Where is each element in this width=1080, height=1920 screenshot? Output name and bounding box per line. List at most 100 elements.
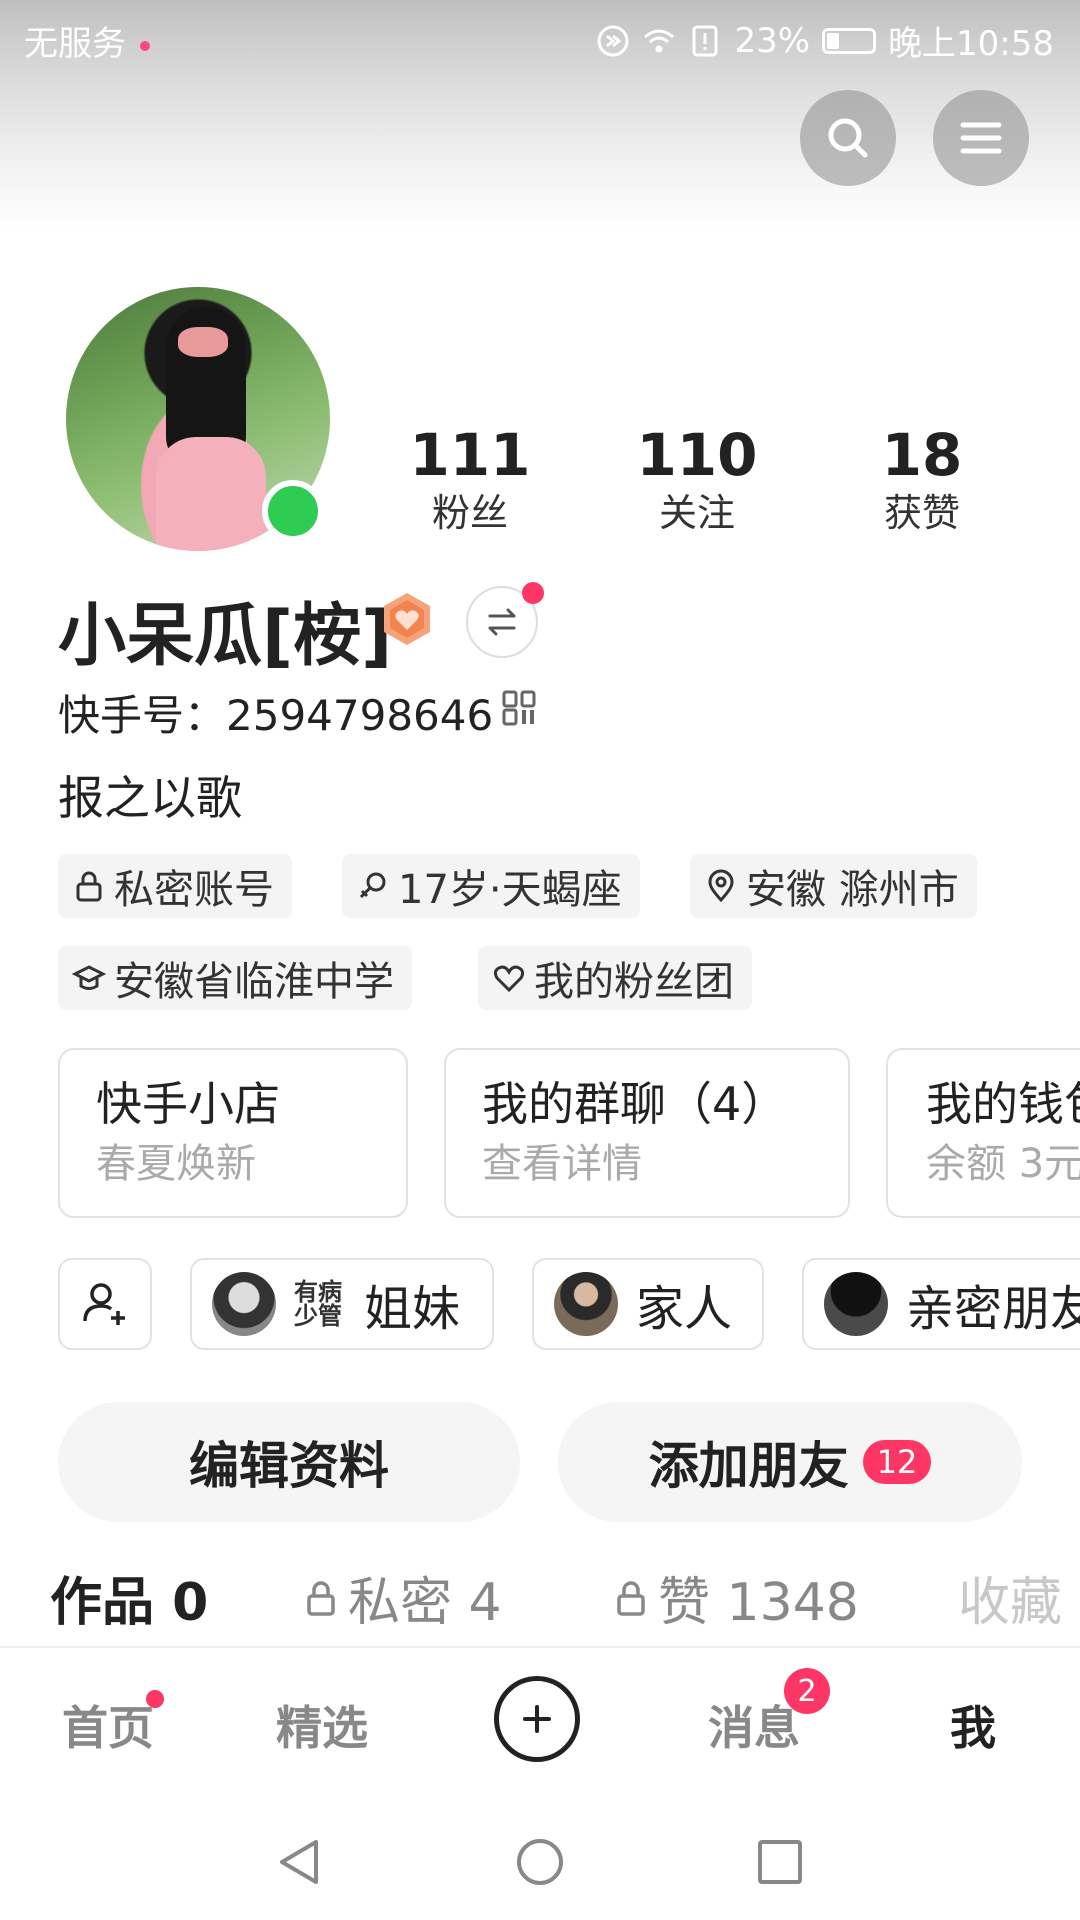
wifi-icon bbox=[644, 29, 675, 52]
following-label: 关注 bbox=[658, 491, 735, 535]
likes-label: 获赞 bbox=[883, 491, 960, 535]
nav-featured[interactable]: 精选 bbox=[276, 1692, 368, 1758]
tab-label: 私密 4 bbox=[348, 1573, 502, 1633]
group-avatar bbox=[554, 1272, 618, 1336]
tag-label: 安徽 滁州市 bbox=[746, 867, 959, 913]
stat-followers[interactable]: 111 粉丝 bbox=[370, 420, 570, 536]
nav-messages[interactable]: 消息 2 bbox=[708, 1668, 830, 1758]
group-avatar-caption: 有病 少管 bbox=[294, 1278, 342, 1330]
system-nav-bar bbox=[0, 1802, 1080, 1920]
recents-icon[interactable] bbox=[754, 1836, 806, 1888]
tab-favorites[interactable]: 收藏 bbox=[958, 1560, 1062, 1635]
location-icon bbox=[708, 869, 734, 903]
group-chip-close-friends[interactable]: 亲密朋友 bbox=[802, 1258, 1080, 1350]
tab-likes[interactable]: 赞 1348 bbox=[614, 1560, 859, 1635]
qr-code-icon[interactable] bbox=[502, 690, 536, 726]
nav-label: 消息 bbox=[708, 1701, 800, 1755]
group-chip-family[interactable]: 家人 bbox=[532, 1258, 764, 1350]
lock-icon bbox=[617, 1580, 645, 1616]
followers-label: 粉丝 bbox=[431, 491, 508, 535]
menu-icon bbox=[960, 122, 1002, 154]
bottom-nav: 首页 精选 消息 2 我 bbox=[0, 1646, 1080, 1804]
nfc-icon bbox=[597, 25, 629, 56]
add-user-icon bbox=[83, 1283, 125, 1325]
tag-fan-club[interactable]: 我的粉丝团 bbox=[478, 946, 752, 1010]
tag-label: 我的粉丝团 bbox=[534, 959, 734, 1005]
level-badge-icon[interactable] bbox=[378, 590, 436, 648]
carrier-label: 无服务 bbox=[24, 24, 126, 64]
card-wallet[interactable]: 我的钱包 余额 3元 bbox=[886, 1048, 1080, 1218]
tag-location[interactable]: 安徽 滁州市 bbox=[690, 854, 977, 918]
stat-following[interactable]: 110 关注 bbox=[597, 420, 797, 536]
card-title: 我的钱包 bbox=[926, 1077, 1080, 1131]
followers-count: 111 bbox=[409, 421, 531, 489]
switch-notification-dot bbox=[522, 582, 544, 604]
swap-icon bbox=[488, 608, 516, 636]
tag-private-account[interactable]: 私密账号 bbox=[58, 854, 292, 918]
nav-label: 我 bbox=[950, 1701, 996, 1755]
tag-label: 私密账号 bbox=[114, 867, 274, 913]
add-friend-count-badge: 12 bbox=[862, 1440, 932, 1484]
group-label: 姐妹 bbox=[364, 1281, 461, 1337]
add-friend-label: 添加朋友 bbox=[648, 1437, 849, 1495]
battery-percent: 23% bbox=[734, 20, 811, 61]
kuaishou-id: 快手号：2594798646 bbox=[58, 691, 494, 740]
switch-account-button[interactable] bbox=[466, 582, 544, 658]
card-kuaishou-shop[interactable]: 快手小店 春夏焕新 bbox=[58, 1048, 408, 1218]
tag-label: 17岁·天蝎座 bbox=[398, 867, 622, 913]
status-bar: 无服务 23% 晚上10:58 bbox=[0, 0, 1080, 76]
add-friend-button[interactable]: 添加朋友 12 bbox=[558, 1402, 1022, 1522]
content-tabs: 作品 0 私密 4 赞 1348 收藏 bbox=[0, 1560, 1080, 1640]
search-icon bbox=[828, 118, 868, 158]
nav-home[interactable]: 首页 bbox=[62, 1690, 164, 1758]
profile-bio: 报之以歌 bbox=[58, 771, 242, 825]
menu-button[interactable] bbox=[933, 90, 1029, 186]
add-friend-group-button[interactable] bbox=[58, 1258, 152, 1350]
nav-label: 首页 bbox=[62, 1701, 154, 1755]
card-title: 我的群聊（4） bbox=[482, 1077, 788, 1131]
group-avatar bbox=[824, 1272, 888, 1336]
clock: 晚上10:58 bbox=[888, 24, 1054, 64]
female-icon bbox=[359, 872, 386, 899]
status-right: 23% 晚上10:58 bbox=[596, 16, 1054, 65]
tab-label: 赞 1348 bbox=[658, 1573, 859, 1633]
group-label: 亲密朋友 bbox=[906, 1281, 1080, 1337]
online-status-dot bbox=[262, 480, 324, 542]
search-button[interactable] bbox=[800, 90, 896, 186]
tag-age-zodiac[interactable]: 17岁·天蝎座 bbox=[342, 854, 640, 918]
messages-badge: 2 bbox=[784, 1668, 830, 1714]
edit-profile-label: 编辑资料 bbox=[189, 1437, 389, 1495]
tag-label: 安徽省临淮中学 bbox=[114, 959, 394, 1005]
card-subtitle: 查看详情 bbox=[482, 1141, 642, 1187]
edit-profile-button[interactable]: 编辑资料 bbox=[58, 1402, 520, 1522]
lock-icon bbox=[76, 871, 102, 902]
group-chip-sisters[interactable]: 有病 少管 姐妹 bbox=[190, 1258, 494, 1350]
back-icon[interactable] bbox=[274, 1836, 326, 1888]
notification-dot bbox=[140, 40, 150, 51]
school-icon bbox=[72, 965, 106, 990]
battery-icon bbox=[822, 27, 877, 54]
tab-works[interactable]: 作品 0 bbox=[50, 1560, 208, 1635]
tag-school[interactable]: 安徽省临淮中学 bbox=[58, 946, 412, 1010]
stat-likes[interactable]: 18 获赞 bbox=[822, 420, 1022, 536]
plus-icon bbox=[523, 1705, 551, 1733]
card-subtitle: 余额 3元 bbox=[926, 1141, 1080, 1187]
create-post-button[interactable] bbox=[494, 1676, 580, 1762]
status-left: 无服务 bbox=[24, 16, 150, 65]
nav-me[interactable]: 我 bbox=[950, 1692, 996, 1758]
tab-label: 作品 0 bbox=[50, 1573, 209, 1633]
card-title: 快手小店 bbox=[96, 1077, 280, 1131]
likes-count: 18 bbox=[881, 421, 963, 489]
nav-label: 精选 bbox=[276, 1701, 368, 1755]
card-group-chats[interactable]: 我的群聊（4） 查看详情 bbox=[444, 1048, 850, 1218]
sim-alert-icon bbox=[692, 25, 718, 56]
card-subtitle: 春夏焕新 bbox=[96, 1141, 256, 1187]
group-avatar bbox=[212, 1272, 276, 1336]
profile-name: 小呆瓜[桉] bbox=[58, 597, 393, 676]
heart-icon bbox=[493, 965, 525, 993]
following-count: 110 bbox=[636, 421, 758, 489]
lock-icon bbox=[307, 1580, 335, 1616]
tab-private[interactable]: 私密 4 bbox=[304, 1560, 502, 1635]
home-notification-dot bbox=[146, 1690, 164, 1708]
home-circle-icon[interactable] bbox=[514, 1836, 566, 1888]
